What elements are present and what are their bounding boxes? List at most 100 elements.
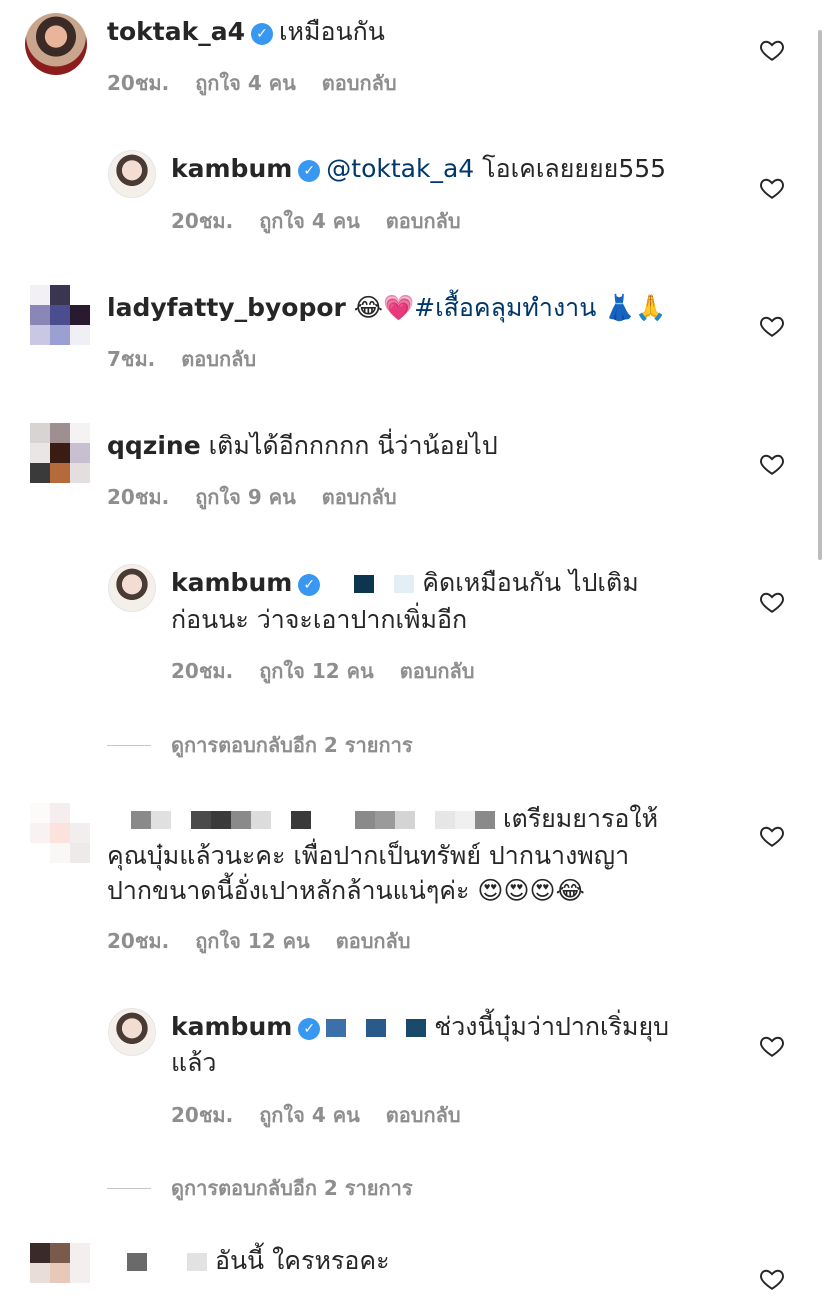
avatar[interactable] [108,1008,156,1056]
blurred-username [435,811,455,829]
comment-body-line2: คุณบุ๋มแล้วนะคะ เพื่อปากเป็นทรัพย์ ปากนา… [107,837,629,874]
blurred-mention [326,1019,347,1037]
view-more-label: ดูการตอบกลับอีก 2 รายการ [171,1176,413,1200]
blurred-username [395,811,415,829]
blurred-mention [386,1019,407,1037]
comment-text: โอเคเลยยยย555 [482,154,667,183]
comment-text: ช่วงนี้บุ๋มว่าปากเริ่มยุบ [434,1012,669,1041]
timestamp: 7ชม. [107,347,156,371]
scrollbar[interactable] [818,30,822,560]
heart-icon[interactable] [759,175,785,201]
username[interactable]: kambum [171,568,292,597]
hashtag-link[interactable]: #เสื้อคลุมทำงาน [414,293,596,322]
blurred-username [191,811,211,829]
comment-text: คิดเหมือนกัน ไปเติม [422,568,639,597]
reply-button[interactable]: ตอบกลับ [386,209,461,233]
blurred-username [455,811,475,829]
divider [107,1188,151,1189]
blurred-mention [394,575,415,593]
blurred-mention [406,1019,427,1037]
blurred-username [415,811,435,829]
likes-count[interactable]: ถูกใจ 4 คน [259,1103,360,1127]
comment-body: อันนี้ ใครหรอคะ [107,1242,390,1279]
username[interactable]: ladyfatty_byopor [107,293,346,322]
comment-text: เตรียมยารอให้ [502,804,659,833]
blurred-mention [326,575,355,593]
reply-button[interactable]: ตอบกลับ [322,71,397,95]
timestamp: 20ชม. [171,1103,234,1127]
heart-icon[interactable] [759,823,785,849]
heart-icon[interactable] [759,589,785,615]
heart-icon[interactable] [759,313,785,339]
blurred-mention [374,575,395,593]
blurred-username [231,811,251,829]
comment-text: ปากขนาดนี้อั่งเปาหลักล้านแน่ๆค่ะ [107,876,470,905]
heart-icon[interactable] [759,1033,785,1059]
avatar[interactable] [30,285,90,345]
avatar[interactable] [30,1243,90,1303]
verified-icon: ✓ [298,1018,321,1040]
comment-body: ladyfatty_byopor 😂💗#เสื้อคลุมทำงาน 👗🙏 [107,289,667,326]
timestamp: 20ชม. [107,929,170,953]
avatar[interactable] [30,803,90,863]
likes-count[interactable]: ถูกใจ 12 คน [195,929,310,953]
blurred-username [311,811,355,829]
heart-icon[interactable] [759,37,785,63]
emoji: 😂💗 [353,293,415,322]
blurred-username [127,1253,147,1271]
comment-text: อันนี้ ใครหรอคะ [214,1246,390,1275]
reply-button[interactable]: ตอบกลับ [400,659,475,683]
blurred-mention [346,1019,367,1037]
reply-button[interactable]: ตอบกลับ [336,929,411,953]
blurred-username [151,811,171,829]
blurred-username [107,1253,127,1271]
blurred-username [355,811,375,829]
avatar[interactable] [108,564,156,612]
likes-count[interactable]: ถูกใจ 4 คน [259,209,360,233]
mention-link[interactable]: @toktak_a4 [326,154,474,183]
username[interactable]: kambum [171,1012,292,1041]
comment-text: คุณบุ๋มแล้วนะคะ เพื่อปากเป็นทรัพย์ ปากนา… [107,841,630,870]
view-more-replies-button[interactable]: ดูการตอบกลับอีก 2 รายการ [107,729,413,761]
blurred-username [187,1253,207,1271]
username[interactable]: toktak_a4 [107,17,245,46]
blurred-username [375,811,395,829]
comment-body: kambum ✓ ช่วงนี้บุ๋มว่าปากเริ่มยุบ [171,1008,669,1045]
comment-meta: 20ชม. ถูกใจ 4 คน ตอบกลับ [107,67,423,99]
emoji: 👗🙏 [604,293,667,322]
reply-button[interactable]: ตอบกลับ [181,347,256,371]
reply-button[interactable]: ตอบกลับ [322,485,397,509]
blurred-username [131,811,151,829]
blurred-username [271,811,291,829]
blurred-username [107,811,131,829]
username[interactable]: kambum [171,154,292,183]
verified-icon: ✓ [298,574,321,596]
avatar[interactable] [30,423,90,483]
comment-text: แล้ว [171,1048,217,1077]
comment-body: kambum ✓ คิดเหมือนกัน ไปเติม [171,564,639,601]
emoji: 😍😍😍😂 [477,876,585,905]
comment-body: qqzine เติมได้อีกกกกก นี่ว่าน้อยไป [107,427,498,464]
comment-body: เตรียมยารอให้ [107,800,658,837]
verified-icon: ✓ [250,23,273,45]
comment-text: เติมได้อีกกกกก นี่ว่าน้อยไป [208,431,498,460]
divider [107,745,151,746]
blurred-username [171,811,191,829]
blurred-mention [354,575,375,593]
likes-count[interactable]: ถูกใจ 4 คน [195,71,296,95]
reply-button[interactable]: ตอบกลับ [386,1103,461,1127]
avatar[interactable] [108,150,156,198]
heart-icon[interactable] [759,1266,785,1292]
blurred-mention [366,1019,387,1037]
comment-meta: 7ชม. ตอบกลับ [107,343,282,375]
blurred-username [475,811,495,829]
view-more-replies-button[interactable]: ดูการตอบกลับอีก 2 รายการ [107,1172,413,1204]
likes-count[interactable]: ถูกใจ 12 คน [259,659,374,683]
blurred-username [211,811,231,829]
timestamp: 20ชม. [171,659,234,683]
avatar[interactable] [25,13,87,75]
username[interactable]: qqzine [107,431,201,460]
blurred-username [291,811,311,829]
likes-count[interactable]: ถูกใจ 9 คน [195,485,296,509]
heart-icon[interactable] [759,451,785,477]
